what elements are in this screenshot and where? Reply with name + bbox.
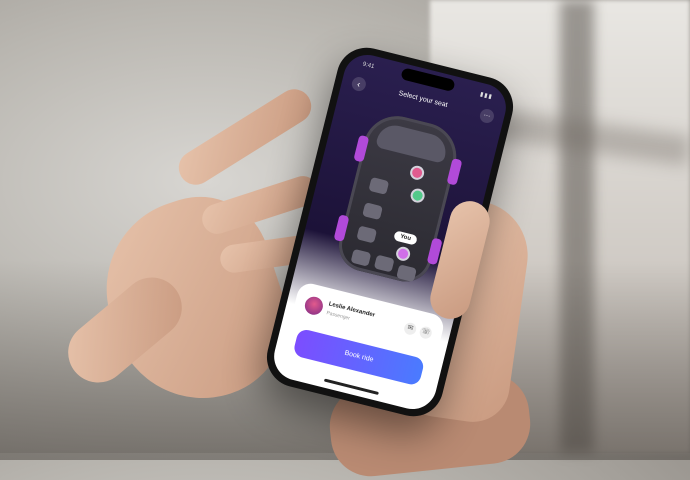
status-time: 9:41 xyxy=(362,61,375,71)
seat-occupant-avatar[interactable] xyxy=(409,187,427,205)
car-wheel xyxy=(353,134,370,163)
seat-available[interactable] xyxy=(350,248,372,267)
car-wheel xyxy=(446,157,463,186)
seat-available[interactable] xyxy=(368,176,390,195)
left-index-finger xyxy=(172,82,318,192)
seat-available[interactable] xyxy=(396,264,417,283)
chat-icon: ✉ xyxy=(406,324,415,333)
ellipsis-icon: … xyxy=(483,110,492,119)
driver-avatar xyxy=(302,294,325,317)
photo-scene: 9:41 ▮▮▮ ‹ Select your seat … You Leslie… xyxy=(0,0,690,480)
you-tag: You xyxy=(393,230,418,246)
call-button[interactable]: ☏ xyxy=(418,325,433,340)
more-button[interactable]: … xyxy=(478,107,496,125)
phone-notch xyxy=(400,67,456,93)
seat-available[interactable] xyxy=(362,202,383,221)
phone-icon: ☏ xyxy=(420,327,431,337)
seat-available[interactable] xyxy=(373,254,395,273)
ride-card: Leslie Alexander Passenger ✉ ☏ Book ride xyxy=(278,280,447,405)
selected-seat-avatar[interactable] xyxy=(394,245,412,263)
seat-occupant-avatar[interactable] xyxy=(408,164,426,182)
chat-button[interactable]: ✉ xyxy=(402,321,418,337)
car-wheel xyxy=(333,214,350,242)
seat-available[interactable] xyxy=(356,225,378,244)
car-windshield xyxy=(375,121,450,164)
status-signal-icon: ▮▮▮ xyxy=(479,91,494,101)
book-ride-button[interactable]: Book ride xyxy=(292,327,426,387)
